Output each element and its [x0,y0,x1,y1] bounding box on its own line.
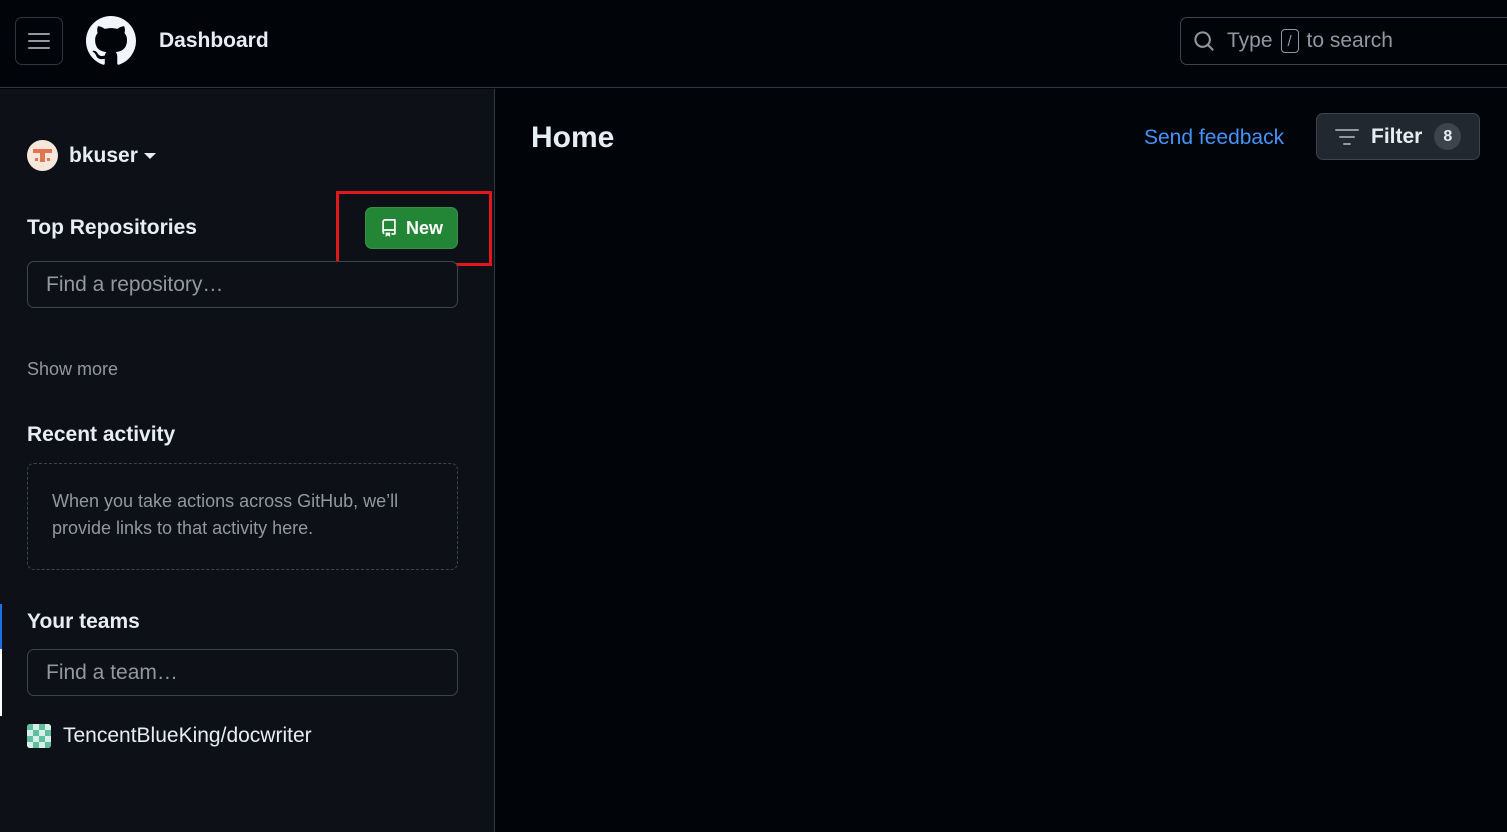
dashboard-sidebar: bkuser Top Repositories New Show more Re… [0,89,495,832]
github-logo-icon[interactable] [86,16,136,66]
username-label: bkuser [69,143,138,167]
send-feedback-link[interactable]: Send feedback [1144,126,1284,150]
repo-icon [382,219,396,237]
filter-icon [1335,128,1359,145]
focus-indicator-secondary [0,649,2,716]
show-more-link[interactable]: Show more [27,359,118,380]
top-repositories-heading: Top Repositories [27,216,197,239]
search-input[interactable]: Type / to search [1180,17,1507,65]
slash-key-hint: / [1280,29,1299,53]
filter-button[interactable]: Filter 8 [1316,113,1480,160]
top-header: Dashboard Type / to search [0,0,1507,88]
search-icon [1194,31,1214,51]
page-context-title[interactable]: Dashboard [159,29,269,53]
search-prefix: Type [1227,29,1273,52]
avatar [27,140,58,171]
context-switcher[interactable]: bkuser [27,140,156,171]
find-team-input[interactable] [27,649,458,696]
find-repository-input[interactable] [27,261,458,308]
recent-activity-heading: Recent activity [27,423,176,446]
team-avatar [27,724,51,748]
your-teams-heading: Your teams [27,610,140,633]
hamburger-menu-button[interactable] [15,17,63,65]
team-list-item[interactable]: TencentBlueKing/docwriter [27,724,312,748]
search-placeholder: Type / to search [1227,29,1393,53]
new-repository-button[interactable]: New [365,207,458,249]
search-suffix: to search [1306,29,1393,52]
recent-activity-empty-state: When you take actions across GitHub, we’… [27,463,458,570]
team-name-label: TencentBlueKing/docwriter [63,724,312,747]
new-button-label: New [405,217,443,238]
hamburger-icon [28,33,50,49]
filter-count-badge: 8 [1434,123,1462,150]
filter-label: Filter [1371,124,1423,148]
caret-down-icon [143,152,156,159]
page-title: Home [531,121,615,154]
